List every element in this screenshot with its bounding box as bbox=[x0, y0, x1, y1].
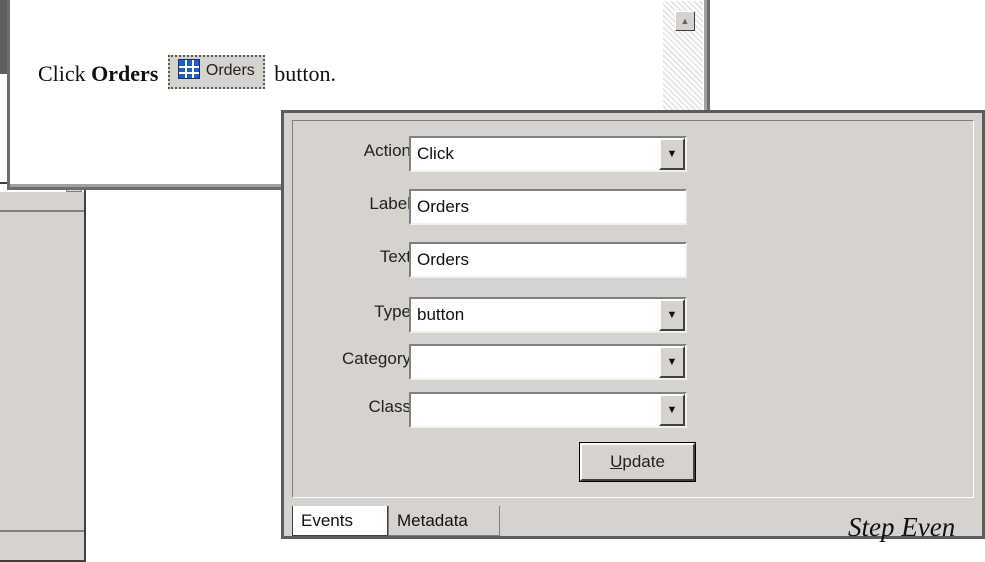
class-label: Class bbox=[368, 397, 411, 416]
class-row: Class ▼ bbox=[293, 392, 713, 428]
instruction-text: Click Orders Orders button. bbox=[38, 55, 337, 93]
label-label: Label bbox=[369, 194, 411, 213]
caption-text: Step Even bbox=[848, 512, 956, 542]
chevron-down-icon[interactable]: ▼ bbox=[659, 299, 685, 331]
orders-button-preview[interactable]: Orders bbox=[167, 55, 265, 89]
type-select[interactable]: button ▼ bbox=[409, 297, 687, 333]
tab-events[interactable]: Events bbox=[292, 506, 388, 536]
category-row: Category ▼ bbox=[293, 344, 713, 380]
instruction-prefix: Click bbox=[38, 61, 92, 87]
update-accelerator: U bbox=[610, 452, 623, 471]
background-divider bbox=[0, 210, 84, 212]
update-button[interactable]: Update bbox=[579, 442, 696, 482]
orders-button-label: Orders bbox=[205, 62, 255, 79]
type-row: Type button ▼ bbox=[293, 297, 713, 333]
action-label: Action bbox=[363, 141, 411, 160]
instruction-suffix: button. bbox=[268, 61, 337, 87]
text-label: Text bbox=[379, 247, 411, 266]
type-label: Type bbox=[374, 302, 411, 321]
chevron-down-icon[interactable]: ▼ bbox=[659, 138, 685, 170]
category-label: Category bbox=[342, 349, 411, 368]
label-value: Orders bbox=[417, 197, 469, 216]
tab-metadata[interactable]: Metadata bbox=[388, 506, 500, 536]
grid-table-icon bbox=[177, 58, 200, 79]
action-value: Click bbox=[417, 144, 454, 163]
background-divider-bottom bbox=[0, 530, 84, 532]
action-row: Action Click ▼ bbox=[293, 136, 713, 172]
chevron-down-icon[interactable]: ▼ bbox=[659, 346, 685, 378]
text-row: Text Orders bbox=[293, 242, 713, 278]
type-value: button bbox=[417, 305, 465, 324]
chevron-down-icon[interactable]: ▼ bbox=[659, 394, 685, 426]
label-row: Label Orders bbox=[293, 189, 713, 225]
step-properties-panel: Action Click ▼ Label Orders Text Orders … bbox=[281, 110, 985, 539]
update-button-label: pdate bbox=[622, 452, 665, 471]
label-input[interactable]: Orders bbox=[409, 189, 687, 225]
category-select[interactable]: ▼ bbox=[409, 344, 687, 380]
background-window bbox=[0, 178, 86, 562]
scroll-up-icon[interactable]: ▲ bbox=[675, 11, 695, 31]
properties-form: Action Click ▼ Label Orders Text Orders … bbox=[292, 120, 974, 498]
class-select[interactable]: ▼ bbox=[409, 392, 687, 428]
text-input[interactable]: Orders bbox=[409, 242, 687, 278]
instruction-bold-target: Orders bbox=[91, 61, 159, 87]
action-select[interactable]: Click ▼ bbox=[409, 136, 687, 172]
text-value: Orders bbox=[417, 250, 469, 269]
